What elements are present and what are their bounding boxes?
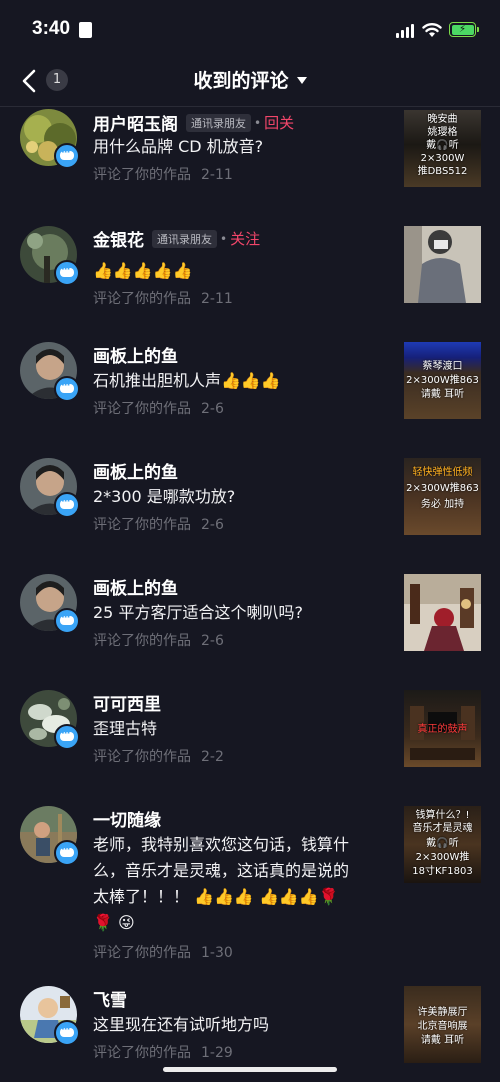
comment-text: 25 平方客厅适合这个喇叭吗? [93, 603, 303, 622]
follow-back-button[interactable]: 回关 [264, 114, 294, 132]
header: 1 收到的评论 [0, 60, 500, 107]
chat-bubble-icon [54, 840, 80, 866]
comment-text: 用什么品牌 CD 机放音? [93, 137, 264, 156]
video-thumbnail[interactable]: 晚安曲 姚璎格 戴🎧听 2×300W 推DBS512 [404, 110, 481, 187]
home-indicator[interactable] [163, 1067, 337, 1072]
comment-date: 2-11 [201, 291, 233, 307]
user-name[interactable]: 用户昭玉阁 [93, 115, 178, 135]
contact-tag: 通讯录朋友 [186, 113, 251, 132]
comment-action: 评论了你的作品 [93, 517, 191, 533]
status-bar: 3:40 ⚡ [0, 0, 500, 60]
video-thumbnail[interactable]: 许美静展厅 北京音响展 请戴 耳听 [404, 986, 481, 1063]
chat-bubble-icon [54, 143, 80, 169]
comment-text: 老师，我特别喜欢您这句话，钱算什么，音乐才是灵魂，这话真的是说的太棒了！！！ 👍… [93, 835, 350, 932]
video-thumbnail[interactable]: 真正的鼓声 [404, 690, 481, 767]
comment-action: 评论了你的作品 [93, 1045, 191, 1061]
chat-bubble-icon [54, 724, 80, 750]
wifi-icon [422, 23, 442, 37]
chat-bubble-icon [54, 1020, 80, 1046]
user-name[interactable]: 可可西里 [93, 695, 161, 715]
user-name[interactable]: 画板上的鱼 [93, 579, 178, 599]
chat-bubble-icon [54, 608, 80, 634]
user-name[interactable]: 一切随缘 [93, 811, 161, 831]
user-name[interactable]: 飞雪 [93, 991, 127, 1011]
user-name[interactable]: 画板上的鱼 [93, 463, 178, 483]
video-thumbnail[interactable]: 钱算什么？! 音乐才是灵魂 戴🎧听 2×300W推 18寸KF1803 [404, 806, 481, 883]
comment-action: 评论了你的作品 [93, 291, 191, 307]
chat-bubble-icon [54, 492, 80, 518]
signal-icon [396, 24, 415, 38]
comment-action: 评论了你的作品 [93, 401, 191, 417]
comment-date: 2-6 [201, 633, 224, 649]
follow-button[interactable]: 关注 [230, 230, 260, 248]
dropdown-caret-icon [296, 77, 307, 84]
comment-date: 2-2 [201, 749, 224, 765]
video-thumbnail[interactable] [404, 226, 481, 303]
user-name[interactable]: 画板上的鱼 [93, 347, 178, 367]
page-title[interactable]: 收到的评论 [0, 66, 500, 93]
comment-text: 👍👍👍👍👍 [93, 261, 193, 280]
video-thumbnail[interactable]: 轻快弹性低频 2×300W推863 务必 加持 [404, 458, 481, 535]
comment-action: 评论了你的作品 [93, 633, 191, 649]
user-name[interactable]: 金银花 [93, 231, 144, 251]
comment-date: 2-11 [201, 167, 233, 183]
comment-date: 1-29 [201, 1045, 233, 1061]
comment-action: 评论了你的作品 [93, 749, 191, 765]
comment-date: 2-6 [201, 401, 224, 417]
contact-tag: 通讯录朋友 [152, 229, 217, 248]
comment-action: 评论了你的作品 [93, 167, 191, 183]
comment-text: 这里现在还有试听地方吗 [93, 1015, 270, 1034]
video-thumbnail[interactable] [404, 574, 481, 651]
comment-text: 歪理古特 [93, 719, 158, 738]
battery-icon: ⚡ [449, 22, 476, 37]
chat-bubble-icon [54, 260, 80, 286]
comment-action: 评论了你的作品 [93, 945, 191, 961]
id-card-icon [79, 22, 92, 38]
comment-text: 石机推出胆机人声👍👍👍 [93, 371, 281, 390]
video-thumbnail[interactable]: 蔡琴渡口 2×300W推863 请戴 耳听 [404, 342, 481, 419]
comment-date: 2-6 [201, 517, 224, 533]
comment-text: 2*300 是哪款功放? [93, 487, 236, 506]
status-time: 3:40 [32, 18, 71, 39]
chat-bubble-icon [54, 376, 80, 402]
comment-date: 1-30 [201, 945, 233, 961]
